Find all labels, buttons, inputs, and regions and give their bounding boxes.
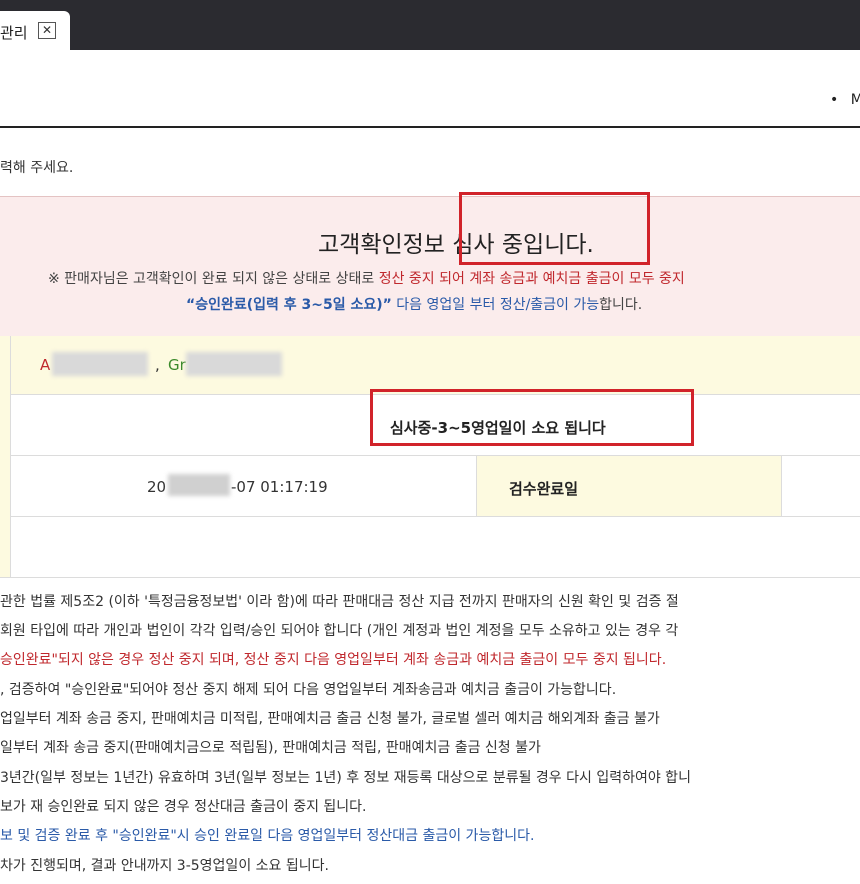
bullet-icon: • bbox=[830, 92, 839, 108]
redacted-block bbox=[168, 474, 230, 496]
notice-line: 보 및 검증 완료 후 "승인완료"시 승인 완료일 다음 영업일부터 정산대금… bbox=[0, 828, 535, 844]
alert-line2-text: 다음 영업일 부터 bbox=[391, 297, 500, 313]
company-name-text: A bbox=[40, 356, 51, 374]
representative-name-text: Gr bbox=[168, 356, 186, 374]
date-text-prefix: 20 bbox=[147, 478, 167, 496]
alert-line2-end: 합니다. bbox=[599, 297, 643, 313]
notice-line: 보가 재 승인완료 되지 않은 경우 정산대금 출금이 중지 됩니다. bbox=[0, 799, 367, 815]
alert-line2-emphasis: 정산/출금이 가능 bbox=[499, 297, 600, 313]
alert-approval-note: “승인완료(입력 후 3~5일 소요)” bbox=[186, 297, 392, 313]
notice-line: 차가 진행되며, 결과 안내까지 3-5영업일이 소요 됩니다. bbox=[0, 858, 329, 874]
highlight-box-title bbox=[459, 192, 650, 265]
highlight-box-review bbox=[370, 389, 694, 446]
header-menu-label: M bbox=[850, 92, 860, 108]
notice-line: , 검증하여 "승인완료"되어야 정산 중지 해제 되어 다음 영업일부터 계좌… bbox=[0, 682, 617, 698]
browser-tab-bar: 관리 ✕ bbox=[0, 0, 860, 50]
alert-line1-emphasis: 정산 중지 되어 계좌 송금과 예치금 출금이 모두 중지 bbox=[378, 271, 685, 287]
alert-message-line1: ※ 판매자님은 고객확인이 완료 되지 않은 상태로 상태로 정산 중지 되어 … bbox=[48, 268, 685, 288]
alert-message-line2: “승인완료(입력 후 3~5일 소요)” 다음 영업일 부터 정산/출금이 가능… bbox=[186, 294, 642, 314]
redacted-block bbox=[52, 352, 148, 376]
notice-line: 3년간(일부 정보는 1년간) 유효하며 3년(일부 정보는 1년) 후 정보 … bbox=[0, 770, 691, 786]
table-row: A , Gr bbox=[0, 336, 860, 395]
notice-line: 승인완료"되지 않은 경우 정산 중지 되며, 정산 중지 다음 영업일부터 계… bbox=[0, 652, 667, 668]
notice-line: 회원 타입에 따라 개인과 법인이 각각 입력/승인 되어야 합니다 (개인 계… bbox=[0, 623, 679, 639]
date-text-suffix: -07 01:17:19 bbox=[231, 478, 328, 496]
redacted-block bbox=[186, 352, 282, 376]
alert-line1-text: ※ 판매자님은 고객확인이 완료 되지 않은 상태로 상태로 bbox=[48, 271, 379, 287]
table-left-header-column bbox=[0, 336, 11, 577]
header-menu-item[interactable]: • M bbox=[830, 92, 860, 108]
name-separator: , bbox=[155, 356, 160, 374]
header-divider bbox=[0, 126, 860, 128]
active-tab[interactable]: 관리 ✕ bbox=[0, 11, 70, 50]
inspect-complete-label: 검수완료일 bbox=[509, 480, 579, 498]
close-icon[interactable]: ✕ bbox=[38, 22, 56, 39]
table-row: 20 -07 01:17:19 검수완료일 bbox=[0, 456, 860, 517]
inspect-complete-header-cell: 검수완료일 bbox=[476, 456, 782, 516]
notice-line: 일부터 계좌 송금 중지(판매예치금으로 적립됨), 판매예치금 적립, 판매예… bbox=[0, 740, 541, 756]
review-alert-box: 고객확인정보 심사 중입니다. ※ 판매자님은 고객확인이 완료 되지 않은 상… bbox=[0, 196, 860, 338]
table-row bbox=[0, 517, 860, 578]
tab-label: 관리 bbox=[0, 24, 28, 42]
notice-line: 업일부터 계좌 송금 중지, 판매예치금 미적립, 판매예치금 출금 신청 불가… bbox=[0, 711, 660, 727]
notice-line: 관한 법률 제5조2 (이하 '특정금융정보법' 이라 함)에 따라 판매대금 … bbox=[0, 594, 679, 610]
intro-text: 력해 주세요. bbox=[0, 160, 74, 176]
